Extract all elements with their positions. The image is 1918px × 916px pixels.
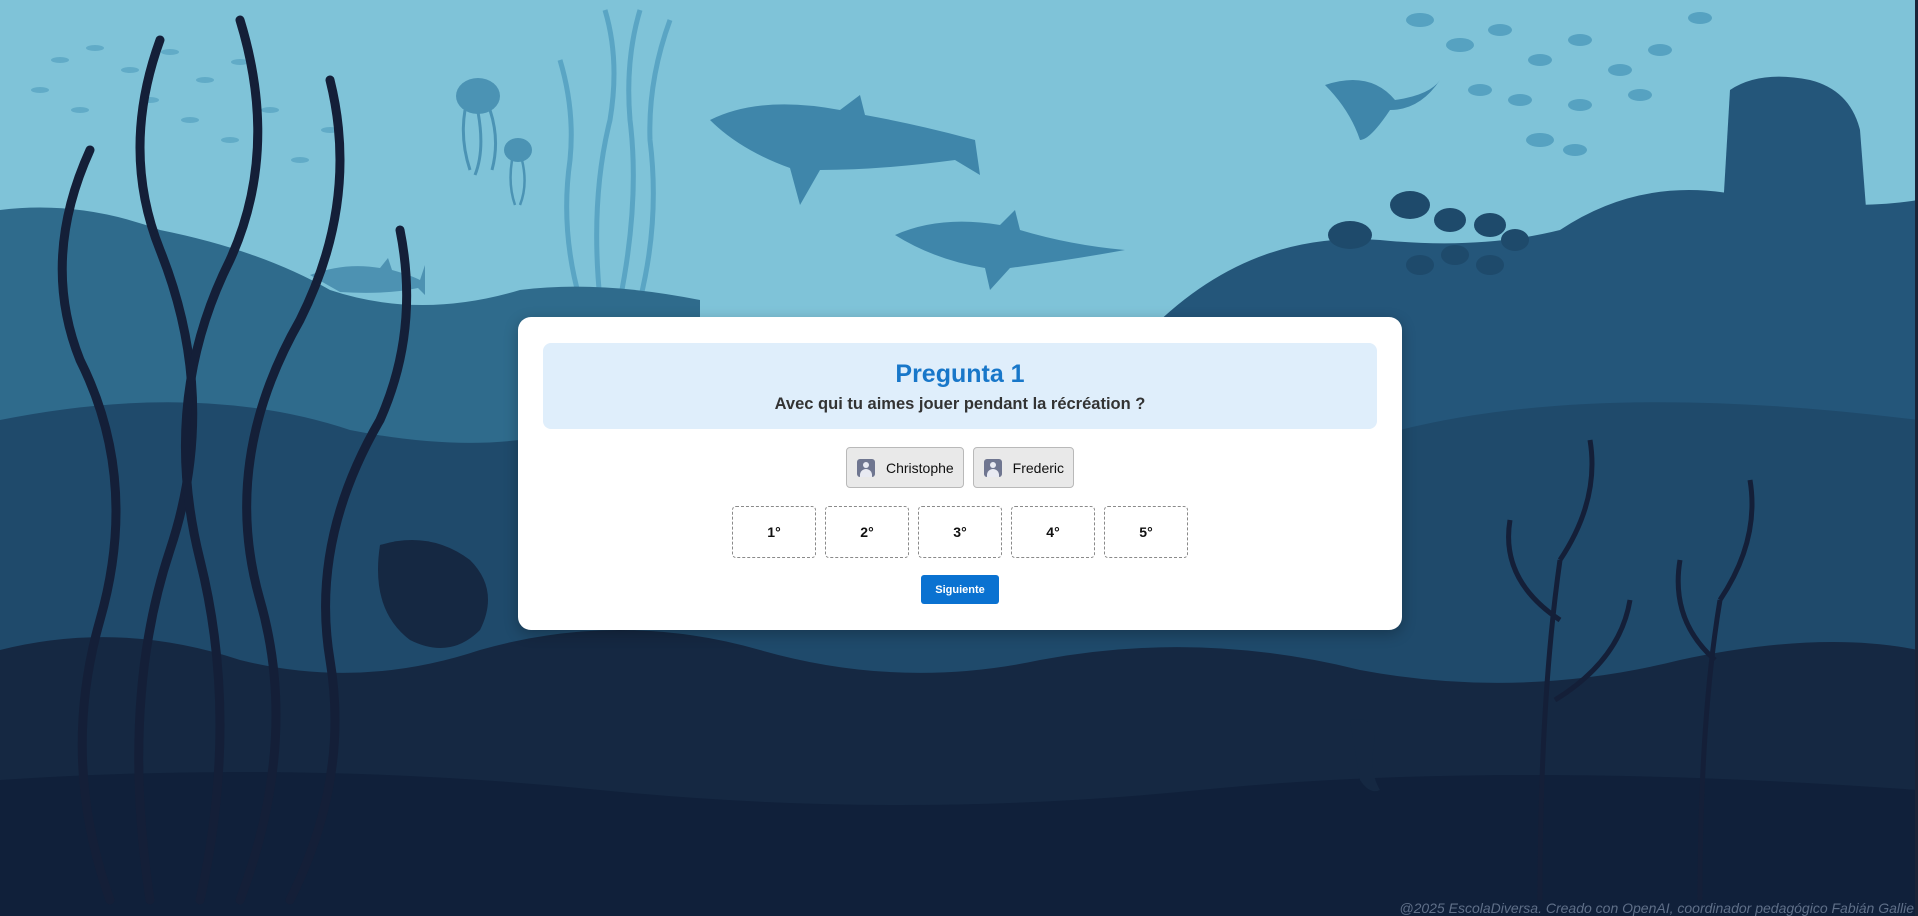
question-title: Pregunta 1 (895, 360, 1025, 388)
rank-slot-5[interactable]: 5° (1104, 506, 1188, 558)
next-button[interactable]: Siguiente (921, 575, 999, 604)
name-chip-frederic[interactable]: Frederic (972, 447, 1075, 488)
rank-slot-3[interactable]: 3° (918, 506, 1002, 558)
rank-slot-1[interactable]: 1° (732, 506, 816, 558)
name-options: Christophe Frederic (518, 447, 1402, 491)
footer-credits: @2025 EscolaDiversa. Creado con OpenAI, … (1399, 900, 1914, 916)
question-card: Pregunta 1 Avec qui tu aimes jouer penda… (518, 317, 1402, 630)
question-text: Avec qui tu aimes jouer pendant la récré… (774, 395, 1146, 413)
rank-slot-2[interactable]: 2° (825, 506, 909, 558)
name-chip-label: Frederic (1012, 459, 1065, 476)
question-header: Pregunta 1 Avec qui tu aimes jouer penda… (543, 343, 1377, 429)
next-button-wrap: Siguiente (518, 575, 1402, 604)
name-chip-label: Christophe (885, 459, 954, 476)
user-icon (983, 458, 1002, 477)
user-icon (856, 458, 875, 477)
name-chip-christophe[interactable]: Christophe (845, 447, 964, 488)
rank-slots: 1° 2° 3° 4° 5° (518, 506, 1402, 558)
rank-slot-4[interactable]: 4° (1011, 506, 1095, 558)
